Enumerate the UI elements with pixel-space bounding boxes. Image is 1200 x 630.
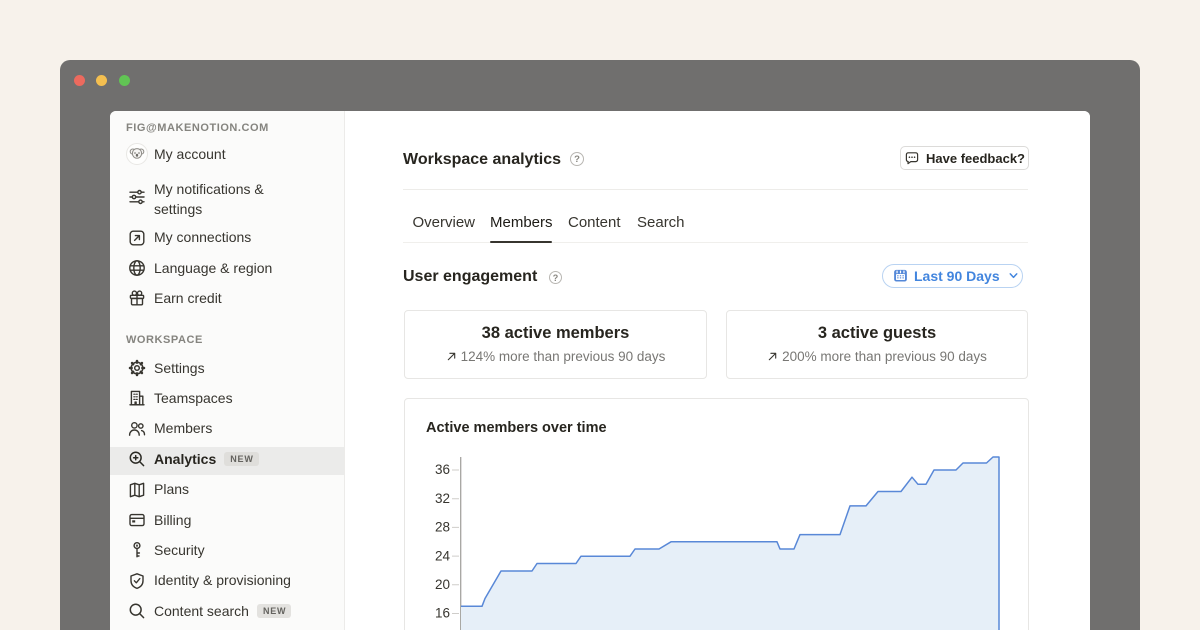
svg-text:20: 20 — [435, 577, 450, 592]
svg-text:28: 28 — [435, 520, 450, 535]
svg-text:16: 16 — [435, 606, 450, 621]
svg-text:36: 36 — [435, 462, 450, 477]
svg-text:32: 32 — [435, 491, 450, 506]
svg-text:24: 24 — [435, 548, 451, 563]
